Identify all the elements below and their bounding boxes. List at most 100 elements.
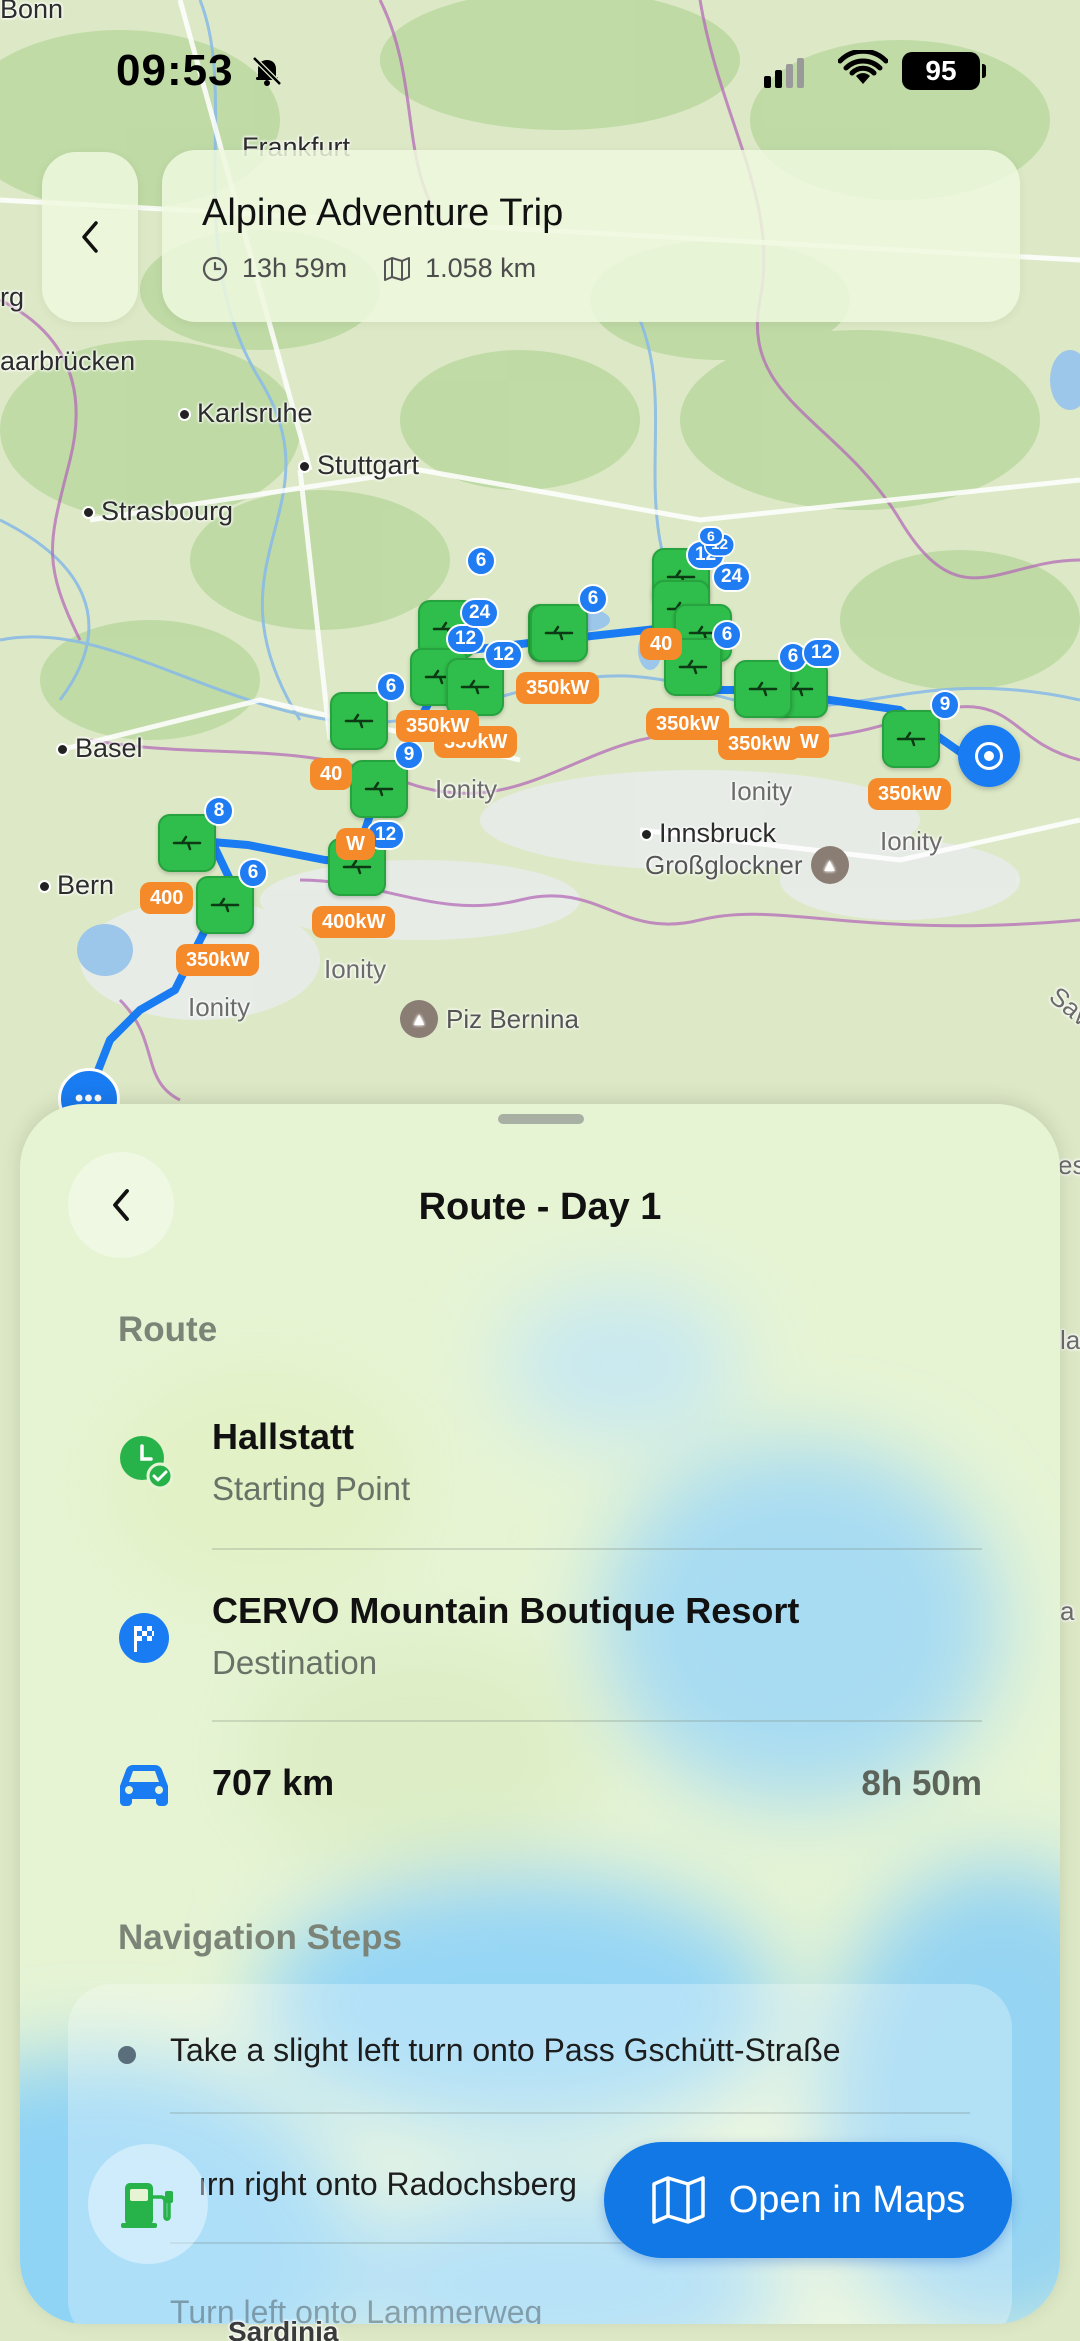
map-label-basel: Basel (56, 733, 143, 764)
navigation-steps-label: Navigation Steps (118, 1918, 402, 1957)
map-label-ionity: Ionity (324, 954, 387, 984)
ionity-logo-icon (460, 679, 490, 695)
map-label-bonn: Bonn (0, 0, 64, 24)
station-count-badge: 6 (466, 546, 496, 576)
wifi-icon (838, 50, 888, 84)
charging-station-marker[interactable] (330, 692, 388, 750)
car-icon (120, 1765, 168, 1806)
ev-charging-filter-button[interactable] (88, 2144, 208, 2264)
map-label-ionity: Ionity (435, 774, 498, 804)
route-distance: 707 km (212, 1762, 335, 1803)
map-label-edge-a: a (1060, 1596, 1075, 1626)
power-badge: 350kW (396, 710, 480, 742)
power-badge: 350kW (516, 672, 600, 704)
row-divider (212, 1548, 982, 1550)
clock-icon (202, 256, 228, 281)
destination-name[interactable]: CERVO Mountain Boutique Resort (212, 1590, 799, 1632)
map-label-stuttgart: Stuttgart (298, 450, 419, 481)
sheet-grabber[interactable] (498, 1114, 584, 1124)
mountain-icon: ▲ (810, 846, 849, 884)
map-label-ionity: Ionity (188, 992, 251, 1022)
charging-station-marker[interactable] (530, 604, 588, 662)
trip-meta: 13h 59m 1.058 km (202, 253, 1020, 284)
open-in-maps-button[interactable]: Open in Maps (604, 2142, 1012, 2258)
start-name[interactable]: Hallstatt (212, 1416, 354, 1458)
battery-indicator: 95 (902, 52, 986, 90)
power-badge: 350kW (646, 708, 730, 740)
row-divider (212, 1720, 982, 1722)
route-bottom-sheet[interactable]: Route - Day 1 Route Hallstatt Starting P… (20, 1104, 1060, 2324)
map-label-ionity: Ionity (730, 776, 793, 806)
map-label-bern: Bern (38, 870, 114, 901)
station-count-badge: 6 (578, 584, 608, 614)
power-badge: 350kW (718, 728, 802, 760)
route-section-label: Route (118, 1310, 218, 1349)
charging-station-marker[interactable] (882, 710, 940, 768)
ionity-logo-icon (544, 625, 574, 641)
ionity-logo-icon (678, 659, 708, 675)
silent-bell-icon (252, 56, 282, 86)
peak-label: Piz Bernina (446, 1003, 579, 1034)
power-badge: 400kW (312, 906, 396, 938)
power-badge: 40 (310, 758, 353, 790)
charging-station-marker[interactable] (350, 760, 408, 818)
peak-label: Großglockner (645, 849, 803, 880)
station-count-badge: 9 (930, 690, 960, 720)
map-icon (651, 2176, 705, 2224)
chevron-left-icon (82, 221, 98, 253)
back-button[interactable] (42, 152, 138, 322)
ionity-logo-icon (748, 681, 778, 697)
station-count-badge: 9 (394, 740, 424, 770)
trip-distance: 1.058 km (425, 253, 537, 283)
power-badge: W (790, 726, 829, 758)
navigation-step[interactable]: ırn right onto Radochsberg (198, 2166, 577, 2203)
ionity-logo-icon (210, 897, 240, 913)
station-count-badge: 6 (712, 620, 742, 650)
map-label-sardinia: Sardinia (228, 2316, 339, 2341)
ionity-logo-icon (896, 731, 926, 747)
status-time: 09:53 (116, 46, 234, 95)
map-label-innsbruck: Innsbruck (640, 818, 776, 849)
station-count-badge: 12 (484, 640, 524, 670)
ev-charger-icon (121, 2183, 173, 2228)
station-count-badge: 12 (802, 638, 842, 668)
map-label-edge-es: es (1058, 1150, 1080, 1180)
station-count-badge: 8 (204, 796, 234, 826)
map-label-edge-la: la (1060, 1325, 1080, 1355)
ionity-logo-icon (364, 781, 394, 797)
step-divider (170, 2112, 970, 2114)
ionity-logo-icon (342, 859, 372, 875)
trip-title: Alpine Adventure Trip (202, 192, 564, 234)
route-duration: 8h 50m (861, 1764, 982, 1803)
navigation-step[interactable]: Take a slight left turn onto Pass Gschüt… (170, 2032, 841, 2069)
map-label-strasbourg: Strasbourg (82, 496, 233, 527)
ionity-logo-icon (172, 835, 202, 851)
power-badge: W (336, 828, 375, 860)
station-count-badge: 12 (446, 624, 486, 654)
current-location-marker[interactable] (958, 725, 1020, 787)
open-in-maps-label: Open in Maps (728, 2178, 966, 2221)
station-count-badge: 24 (460, 598, 500, 628)
sheet-title: Route - Day 1 (418, 1186, 662, 1228)
map-label-edge-rg: rg (0, 282, 25, 312)
trip-header-card[interactable]: Alpine Adventure Trip 13h 59m 1.058 km (162, 150, 1020, 322)
station-count-badge: 6 (698, 526, 724, 546)
mountain-icon: ▲ (400, 1000, 438, 1038)
navigation-step[interactable]: Turn left onto Lammerweg (170, 2294, 542, 2324)
station-count-badge: 24 (712, 562, 752, 592)
power-badge: 350kW (868, 778, 952, 810)
start-clock-icon (120, 1436, 174, 1490)
cellular-signal-icon (764, 58, 804, 88)
ionity-logo-icon (344, 713, 374, 729)
map-label-ionity: Ionity (880, 826, 943, 856)
power-badge: 400 (140, 882, 194, 914)
start-subtitle: Starting Point (212, 1470, 411, 1507)
location-target-icon (975, 742, 1003, 770)
station-count-badge: 6 (238, 858, 268, 888)
map-icon (384, 256, 411, 281)
trip-duration: 13h 59m (242, 253, 348, 283)
charging-station-marker[interactable] (158, 814, 216, 872)
finish-flag-icon (119, 1613, 169, 1663)
map-peak-piz-bernina: ▲ Piz Bernina (400, 1000, 579, 1038)
step-bullet (118, 2046, 136, 2064)
